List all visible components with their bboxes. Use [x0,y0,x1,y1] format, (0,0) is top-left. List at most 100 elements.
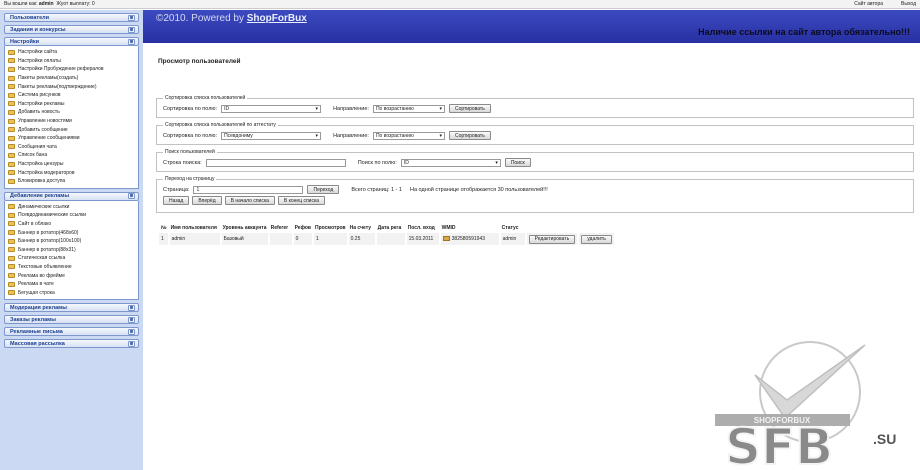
author-site-link[interactable]: Сайт автора [854,1,883,7]
folder-icon [8,58,15,64]
table-row: 1 admin Базовый 0 1 0.25 15.03.2011 38258059194… [159,233,616,245]
sidebar-section-header[interactable]: Модерация рекламы ⊞ [4,303,139,313]
sidebar-section-header[interactable]: Заказы рекламы ⊞ [4,315,139,325]
sidebar-section-header[interactable]: Пользователи ⊞ [4,13,139,22]
folder-icon [8,118,15,124]
sidebar-section-header[interactable]: Настройки ⊞ [4,37,139,46]
watermark-text: SFB [725,418,833,466]
sort-button[interactable]: Сортировать [448,104,491,113]
sidebar-item[interactable]: Управление сообщениями [8,134,135,143]
sidebar-item[interactable]: Пакеты рекламы(создать) [8,74,135,83]
cell-num: 1 [159,233,170,245]
sidebar-item[interactable]: Сайт в облако [8,220,135,229]
sidebar-item[interactable]: Баннер в ротатор(100x100) [8,237,135,246]
sidebar-item[interactable]: Настройки оплаты [8,57,135,66]
first-page-button[interactable]: В начало списка [224,196,275,205]
expand-icon[interactable]: ⊞ [128,304,135,311]
goto-page-button[interactable]: Переход [307,185,340,194]
header-title: ©2010. Powered by ShopForBux [156,13,307,24]
search-field-select[interactable]: ID ▾ [400,158,501,167]
sidebar-item[interactable]: Статическая ссылка [8,254,135,263]
search-field-label: Поиск по полю: [357,159,397,166]
sidebar-item[interactable]: Настройки Пробуждение рефералов [8,65,135,74]
sidebar-item-label: Настройки Пробуждение рефералов [18,66,104,73]
expand-icon[interactable]: ⊞ [128,328,135,335]
folder-icon [8,101,15,107]
sidebar-section-header[interactable]: Дебавление рекламы ⊞ [4,191,139,201]
sidebar-section-header[interactable]: Рекламные письма ⊞ [4,327,139,337]
chevron-down-icon: ▾ [439,132,442,139]
top-bar: Вы вошли как: admin Жуот выплату: 0 Сайт… [0,0,920,9]
cell-reg-date [375,233,407,245]
sidebar-section-title: Пользователи [10,14,50,21]
next-page-button[interactable]: Вперёд [192,196,222,205]
cell-name: admin [168,233,222,245]
folder-icon [8,170,15,176]
last-page-button[interactable]: В конец списка [277,196,326,205]
sidebar-item[interactable]: Псевдодинамические ссылки [8,211,135,220]
page-input[interactable]: 1 [193,185,304,194]
sidebar-item[interactable]: Пакеты рекламы(подтверждение) [8,82,135,91]
logout-link[interactable]: Выход [901,1,916,7]
expand-icon[interactable]: ⊞ [128,26,135,33]
sidebar-item[interactable]: Реклама во фрейме [8,271,135,280]
cell-edit: Редактировать [525,233,580,245]
folder-icon [8,161,15,167]
sidebar-item[interactable]: Настройки рекламы [8,100,135,109]
sidebar-item[interactable]: Настройка модераторов [8,168,135,177]
sidebar-item-label: Управление сообщениями [18,135,80,142]
sidebar-item[interactable]: Текстовые объявление [8,263,135,272]
sidebar-item[interactable]: Список бана [8,151,135,160]
sort-field-select[interactable]: ID ▾ [221,104,322,113]
cell-status: admin [499,233,527,245]
sidebar-item[interactable]: Система рисунков [8,91,135,100]
expand-icon[interactable]: ⊞ [128,316,135,323]
sidebar-item[interactable]: Блокировка доступа [8,177,135,186]
table-header-cell: Просмотров [315,225,346,231]
sidebar-section-header[interactable]: Задания и конкурсы ⊞ [4,25,139,34]
folder-icon [8,273,15,279]
page-title: Просмотр пользователей [158,58,241,65]
sidebar-section: Рекламные письма ⊞ [4,327,139,337]
sidebar-section-body: Динамические ссылки Псевдодинамические сс… [4,200,139,301]
search-query-label: Строка поиска: [163,159,202,166]
sort-attestat-dir-select[interactable]: По возрастанию ▾ [372,131,445,140]
sidebar-item-label: Динамические ссылки [18,203,70,210]
delete-user-button[interactable]: удалить [581,234,612,244]
sidebar-item[interactable]: Настройка цензуры [8,160,135,169]
search-button[interactable]: Поиск [504,158,531,167]
expand-icon[interactable]: ⊞ [128,340,135,347]
search-input[interactable] [205,158,346,167]
sidebar-item[interactable]: Добавить новость [8,108,135,117]
table-header-cell: Посл. вход [407,225,435,231]
prev-page-button[interactable]: Назад [163,196,190,205]
sidebar-item[interactable]: Баннер в ротатор(468x60) [8,228,135,237]
expand-icon[interactable]: ⊞ [128,38,135,45]
expand-icon[interactable]: ⊞ [128,14,135,21]
edit-user-button[interactable]: Редактировать [528,234,576,244]
watermark-logo: SHOPFORBUX SFB .SU [715,341,896,466]
table-header-cell: WMID [441,225,456,231]
sort-attestat-field-select[interactable]: Псевдониму ▾ [221,131,322,140]
balance-info: Жуот выплату: 0 [56,1,95,7]
sidebar-item[interactable]: Добавить сообщение [8,125,135,134]
sort-attestat-legend: Сортировка списка пользователей по аттес… [163,122,278,128]
sidebar-item[interactable]: Реклама в чате [8,280,135,289]
brand-link[interactable]: ShopForBux [247,13,307,24]
folder-icon [8,127,15,133]
sort-attestat-button[interactable]: Сортировать [448,131,491,140]
sidebar-item[interactable]: Сообщения чата [8,143,135,152]
table-header-cell: На счету [349,225,372,231]
sort-dir-select[interactable]: По возрастанию ▾ [372,104,445,113]
sidebar-item[interactable]: Бегущая строка [8,288,135,297]
sidebar-section-header[interactable]: Массовая рассылка ⊞ [4,339,139,349]
pages-info: Всего страниц: 1 - 1 [351,186,402,193]
sidebar-item[interactable]: Управление новостями [8,117,135,126]
sidebar-item-label: Список бана [18,152,48,159]
sidebar-item[interactable]: Баннер в ротатор(88x31) [8,245,135,254]
sidebar-item[interactable]: Настройки сайта [8,48,135,57]
folder-icon [8,238,15,244]
sidebar-item-label: Бегущая строка [18,289,55,296]
expand-icon[interactable]: ⊞ [128,193,135,199]
sidebar-item[interactable]: Динамические ссылки [8,203,135,212]
